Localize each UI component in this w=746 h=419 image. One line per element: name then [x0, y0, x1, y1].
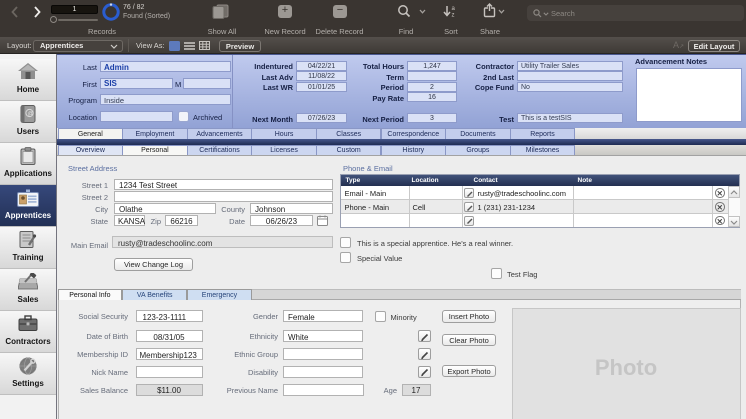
svg-text:z: z: [452, 13, 455, 19]
svg-text:@: @: [28, 111, 34, 117]
svg-text:a: a: [452, 6, 456, 12]
